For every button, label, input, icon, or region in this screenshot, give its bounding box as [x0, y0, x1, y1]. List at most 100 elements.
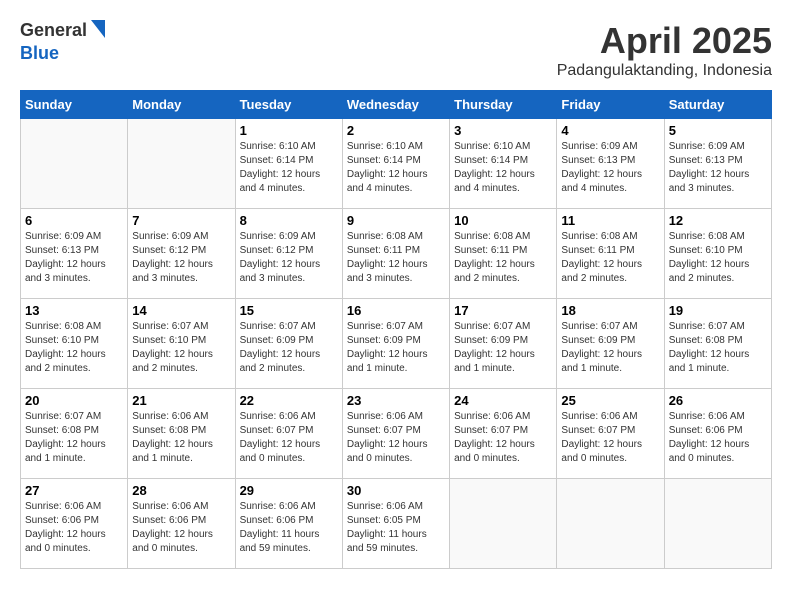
- day-info: Sunrise: 6:09 AM Sunset: 6:12 PM Dayligh…: [132, 230, 230, 286]
- calendar-cell: [557, 479, 664, 569]
- day-header-thursday: Thursday: [450, 91, 557, 119]
- logo: General Blue: [20, 20, 105, 64]
- calendar-cell: 19 Sunrise: 6:07 AM Sunset: 6:08 PM Dayli…: [664, 299, 771, 389]
- day-info: Sunrise: 6:06 AM Sunset: 6:07 PM Dayligh…: [347, 410, 445, 466]
- day-number: 25: [561, 393, 659, 408]
- day-number: 3: [454, 123, 552, 138]
- calendar-table: SundayMondayTuesdayWednesdayThursdayFrid…: [20, 90, 772, 569]
- calendar-cell: 27Sunrise: 6:06 AM Sunset: 6:06 PM Dayli…: [21, 479, 128, 569]
- day-info: Sunrise: 6:08 AM Sunset: 6:11 PM Dayligh…: [561, 230, 659, 286]
- logo-blue-text: Blue: [20, 43, 59, 64]
- calendar-cell: 16Sunrise: 6:07 AM Sunset: 6:09 PM Dayli…: [342, 299, 449, 389]
- day-info: Sunrise: 6:10 AM Sunset: 6:14 PM Dayligh…: [454, 140, 552, 196]
- calendar-week-row: 20 Sunrise: 6:07 AM Sunset: 6:08 PM Dayli…: [21, 389, 772, 479]
- day-info: Sunrise: 6:07 AM Sunset: 6:08 PM Dayligh…: [25, 410, 123, 466]
- day-number: 21: [132, 393, 230, 408]
- day-number: 11: [561, 213, 659, 228]
- day-number: 15: [240, 303, 338, 318]
- day-info: Sunrise: 6:09 AM Sunset: 6:13 PM Dayligh…: [669, 140, 767, 196]
- day-info: Sunrise: 6:07 AM Sunset: 6:09 PM Dayligh…: [454, 320, 552, 376]
- day-info: Sunrise: 6:06 AM Sunset: 6:05 PM Dayligh…: [347, 500, 445, 556]
- day-header-sunday: Sunday: [21, 91, 128, 119]
- calendar-header-row: SundayMondayTuesdayWednesdayThursdayFrid…: [21, 91, 772, 119]
- day-number: 19: [669, 303, 767, 318]
- day-number: 2: [347, 123, 445, 138]
- calendar-cell: 7 Sunrise: 6:09 AM Sunset: 6:12 PM Daylig…: [128, 209, 235, 299]
- day-info: Sunrise: 6:06 AM Sunset: 6:08 PM Dayligh…: [132, 410, 230, 466]
- day-info: Sunrise: 6:06 AM Sunset: 6:07 PM Dayligh…: [240, 410, 338, 466]
- day-header-wednesday: Wednesday: [342, 91, 449, 119]
- day-number: 29: [240, 483, 338, 498]
- day-number: 30: [347, 483, 445, 498]
- calendar-cell: [450, 479, 557, 569]
- day-header-monday: Monday: [128, 91, 235, 119]
- calendar-cell: 15Sunrise: 6:07 AM Sunset: 6:09 PM Dayli…: [235, 299, 342, 389]
- day-info: Sunrise: 6:06 AM Sunset: 6:07 PM Dayligh…: [454, 410, 552, 466]
- day-info: Sunrise: 6:06 AM Sunset: 6:06 PM Dayligh…: [240, 500, 338, 556]
- day-info: Sunrise: 6:07 AM Sunset: 6:08 PM Dayligh…: [669, 320, 767, 376]
- day-info: Sunrise: 6:10 AM Sunset: 6:14 PM Dayligh…: [347, 140, 445, 196]
- day-info: Sunrise: 6:08 AM Sunset: 6:11 PM Dayligh…: [347, 230, 445, 286]
- calendar-week-row: 1 Sunrise: 6:10 AM Sunset: 6:14 PM Daylig…: [21, 119, 772, 209]
- month-title: April 2025: [557, 20, 772, 62]
- calendar-cell: 14 Sunrise: 6:07 AM Sunset: 6:10 PM Dayli…: [128, 299, 235, 389]
- calendar-cell: [664, 479, 771, 569]
- calendar-cell: 1 Sunrise: 6:10 AM Sunset: 6:14 PM Daylig…: [235, 119, 342, 209]
- calendar-cell: 29 Sunrise: 6:06 AM Sunset: 6:06 PM Dayli…: [235, 479, 342, 569]
- day-info: Sunrise: 6:06 AM Sunset: 6:06 PM Dayligh…: [132, 500, 230, 556]
- calendar-cell: 17 Sunrise: 6:07 AM Sunset: 6:09 PM Dayli…: [450, 299, 557, 389]
- calendar-cell: 3 Sunrise: 6:10 AM Sunset: 6:14 PM Daylig…: [450, 119, 557, 209]
- day-info: Sunrise: 6:09 AM Sunset: 6:13 PM Dayligh…: [561, 140, 659, 196]
- calendar-cell: 10Sunrise: 6:08 AM Sunset: 6:11 PM Dayli…: [450, 209, 557, 299]
- day-number: 6: [25, 213, 123, 228]
- calendar-week-row: 6 Sunrise: 6:09 AM Sunset: 6:13 PM Daylig…: [21, 209, 772, 299]
- day-number: 24: [454, 393, 552, 408]
- day-number: 10: [454, 213, 552, 228]
- day-info: Sunrise: 6:08 AM Sunset: 6:10 PM Dayligh…: [25, 320, 123, 376]
- day-info: Sunrise: 6:06 AM Sunset: 6:07 PM Dayligh…: [561, 410, 659, 466]
- page-header: General Blue April 2025 Padangulaktandin…: [20, 20, 772, 80]
- logo-general-text: General: [20, 20, 87, 41]
- day-number: 22: [240, 393, 338, 408]
- day-info: Sunrise: 6:06 AM Sunset: 6:06 PM Dayligh…: [25, 500, 123, 556]
- calendar-cell: 4 Sunrise: 6:09 AM Sunset: 6:13 PM Daylig…: [557, 119, 664, 209]
- calendar-cell: 21 Sunrise: 6:06 AM Sunset: 6:08 PM Dayli…: [128, 389, 235, 479]
- day-number: 23: [347, 393, 445, 408]
- calendar-cell: 20 Sunrise: 6:07 AM Sunset: 6:08 PM Dayli…: [21, 389, 128, 479]
- calendar-cell: 23 Sunrise: 6:06 AM Sunset: 6:07 PM Dayli…: [342, 389, 449, 479]
- day-number: 26: [669, 393, 767, 408]
- calendar-cell: 5 Sunrise: 6:09 AM Sunset: 6:13 PM Daylig…: [664, 119, 771, 209]
- day-number: 9: [347, 213, 445, 228]
- calendar-cell: 12Sunrise: 6:08 AM Sunset: 6:10 PM Dayli…: [664, 209, 771, 299]
- calendar-cell: 22 Sunrise: 6:06 AM Sunset: 6:07 PM Dayli…: [235, 389, 342, 479]
- day-number: 12: [669, 213, 767, 228]
- day-number: 20: [25, 393, 123, 408]
- day-info: Sunrise: 6:07 AM Sunset: 6:09 PM Dayligh…: [347, 320, 445, 376]
- calendar-cell: 2 Sunrise: 6:10 AM Sunset: 6:14 PM Daylig…: [342, 119, 449, 209]
- day-number: 4: [561, 123, 659, 138]
- day-header-friday: Friday: [557, 91, 664, 119]
- calendar-cell: 28Sunrise: 6:06 AM Sunset: 6:06 PM Dayli…: [128, 479, 235, 569]
- day-number: 5: [669, 123, 767, 138]
- calendar-cell: 26 Sunrise: 6:06 AM Sunset: 6:06 PM Dayli…: [664, 389, 771, 479]
- day-number: 14: [132, 303, 230, 318]
- calendar-cell: [128, 119, 235, 209]
- calendar-cell: 24 Sunrise: 6:06 AM Sunset: 6:07 PM Dayli…: [450, 389, 557, 479]
- day-info: Sunrise: 6:06 AM Sunset: 6:06 PM Dayligh…: [669, 410, 767, 466]
- location-title: Padangulaktanding, Indonesia: [557, 62, 772, 80]
- title-area: April 2025 Padangulaktanding, Indonesia: [557, 20, 772, 80]
- day-header-saturday: Saturday: [664, 91, 771, 119]
- day-info: Sunrise: 6:09 AM Sunset: 6:13 PM Dayligh…: [25, 230, 123, 286]
- day-info: Sunrise: 6:10 AM Sunset: 6:14 PM Dayligh…: [240, 140, 338, 196]
- calendar-cell: 11 Sunrise: 6:08 AM Sunset: 6:11 PM Dayli…: [557, 209, 664, 299]
- day-info: Sunrise: 6:07 AM Sunset: 6:10 PM Dayligh…: [132, 320, 230, 376]
- calendar-cell: 6 Sunrise: 6:09 AM Sunset: 6:13 PM Daylig…: [21, 209, 128, 299]
- day-number: 7: [132, 213, 230, 228]
- day-info: Sunrise: 6:07 AM Sunset: 6:09 PM Dayligh…: [561, 320, 659, 376]
- logo-icon: [89, 20, 105, 38]
- calendar-week-row: 27Sunrise: 6:06 AM Sunset: 6:06 PM Dayli…: [21, 479, 772, 569]
- day-number: 13: [25, 303, 123, 318]
- day-number: 1: [240, 123, 338, 138]
- day-number: 17: [454, 303, 552, 318]
- calendar-cell: 9 Sunrise: 6:08 AM Sunset: 6:11 PM Daylig…: [342, 209, 449, 299]
